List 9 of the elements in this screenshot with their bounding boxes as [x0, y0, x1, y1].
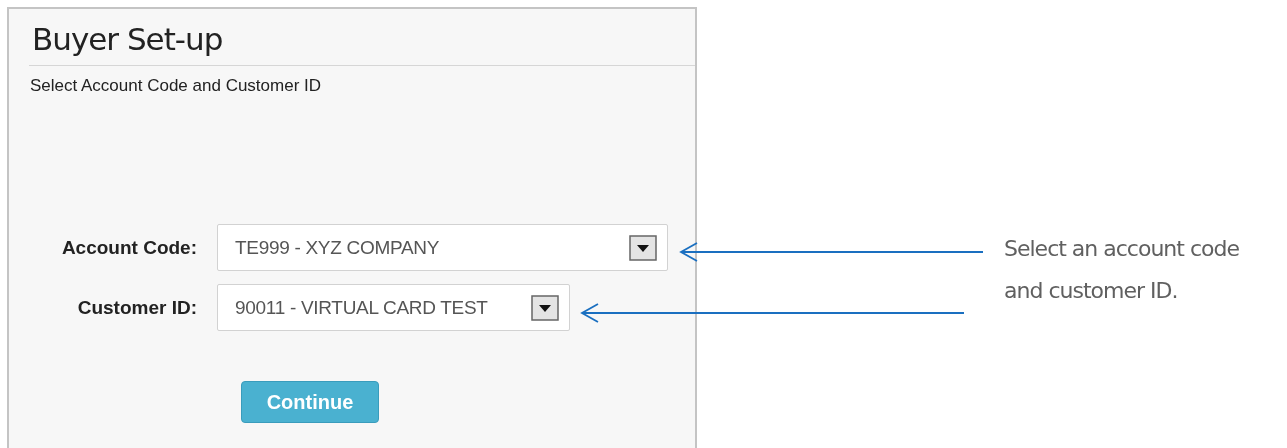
dropdown-icon[interactable] [531, 294, 559, 321]
callout-text: Select an account code and customer ID. [1004, 235, 1240, 305]
panel-title: Buyer Set-up [29, 9, 695, 66]
field-label: Customer ID: [77, 296, 197, 319]
dropdown-field[interactable]: TE999 - XYZ COMPANY [217, 224, 668, 271]
dropdown-icon[interactable] [629, 234, 657, 261]
field-label: Account Code: [61, 236, 197, 259]
panel-subtitle: Select Account Code and Customer ID [30, 76, 322, 96]
dropdown-field[interactable]: 90011 - VIRTUAL CARD TEST [217, 284, 570, 331]
